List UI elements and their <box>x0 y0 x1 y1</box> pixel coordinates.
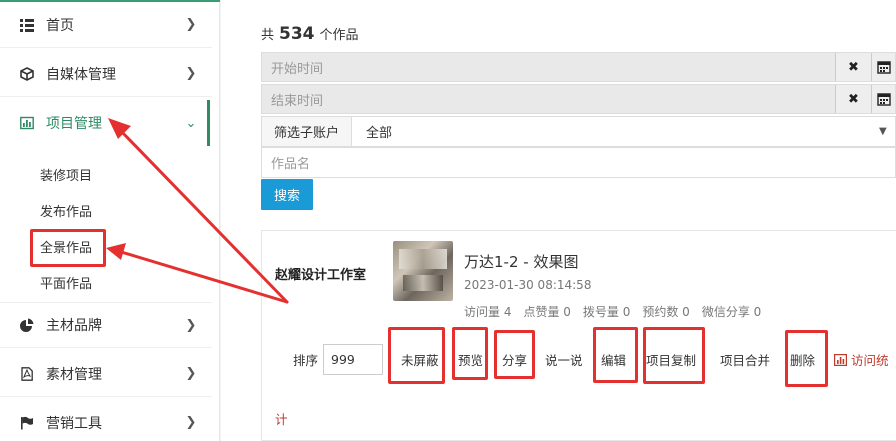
sub-item-published-works[interactable]: 发布作品 <box>40 201 92 220</box>
sidebar-item-label: 项目管理 <box>46 116 102 132</box>
start-time-field: 开始时间 ✖ <box>261 52 896 82</box>
chevron-right-icon: ❯ <box>185 415 197 430</box>
sidebar-item-label: 营销工具 <box>46 415 102 432</box>
close-icon: ✖ <box>848 59 859 75</box>
sidebar-item-marketing[interactable]: 营销工具 ❯ <box>0 400 212 441</box>
work-thumbnail[interactable] <box>393 241 453 301</box>
stat-likes: 点赞量 0 <box>523 305 571 319</box>
merge-project-button[interactable]: 项目合并 <box>720 350 770 369</box>
close-icon: ✖ <box>848 91 859 107</box>
sidebar-item-label: 素材管理 <box>46 366 102 383</box>
sidebar-item-projects[interactable]: 项目管理 ⌄ <box>0 100 212 146</box>
calendar-icon <box>876 93 891 106</box>
work-card: 赵耀设计工作室 万达1-2 - 效果图 2023-01-30 08:14:58 … <box>261 230 896 441</box>
sidebar: 首页 ❯ 自媒体管理 ❯ 项目管理 ⌄ 装修项目 发布作品 全景作品 平面作品 <box>0 0 220 441</box>
say-button[interactable]: 说一说 <box>545 350 583 369</box>
sidebar-item-brands[interactable]: 主材品牌 ❯ <box>0 302 212 348</box>
edit-highlight-box <box>593 327 638 383</box>
main-content: 共 534 个作品 开始时间 ✖ 结束时间 ✖ 筛选子账户 全部 ▼ 作品名 搜… <box>221 0 896 441</box>
delete-highlight-box <box>785 330 828 387</box>
end-time-input[interactable]: 结束时间 <box>262 90 835 109</box>
sidebar-item-media[interactable]: 自媒体管理 ❯ <box>0 51 212 97</box>
stat-appointments: 预约数 0 <box>642 305 690 319</box>
pie-chart-icon <box>20 318 34 332</box>
count-number: 534 <box>279 24 315 44</box>
dropdown-caret-icon: ▼ <box>879 126 887 137</box>
sidebar-item-label: 自媒体管理 <box>46 66 116 83</box>
bar-chart-icon <box>20 116 34 130</box>
work-title[interactable]: 万达1-2 - 效果图 <box>464 251 578 272</box>
preview-highlight-box <box>452 327 488 380</box>
sidebar-item-home[interactable]: 首页 ❯ <box>0 2 212 48</box>
visit-stats-link[interactable]: 访问统 <box>834 350 889 369</box>
grid-icon <box>20 18 34 32</box>
panorama-highlight-box <box>30 229 106 267</box>
sidebar-item-label: 首页 <box>46 17 74 34</box>
chevron-right-icon: ❯ <box>185 366 197 381</box>
pdf-file-icon <box>20 366 34 381</box>
flag-icon <box>20 416 34 430</box>
end-time-field: 结束时间 ✖ <box>261 84 896 114</box>
stat-calls: 拨号量 0 <box>582 305 631 319</box>
chevron-down-icon: ⌄ <box>185 115 197 131</box>
visit-stats-wrap[interactable]: 计 <box>275 409 288 428</box>
sort-label: 排序 <box>293 353 319 368</box>
stat-visits: 访问量 4 <box>464 305 512 319</box>
calendar-icon <box>876 61 891 74</box>
share-highlight-box <box>494 330 535 379</box>
end-calendar-button[interactable] <box>871 85 895 113</box>
sidebar-item-materials[interactable]: 素材管理 ❯ <box>0 351 212 397</box>
start-time-input[interactable]: 开始时间 <box>262 58 835 77</box>
account-filter: 筛选子账户 全部 ▼ <box>261 116 896 147</box>
app-root: 首页 ❯ 自媒体管理 ❯ 项目管理 ⌄ 装修项目 发布作品 全景作品 平面作品 <box>0 0 896 441</box>
sort-input[interactable]: 999 <box>323 344 383 375</box>
sub-item-flat-works[interactable]: 平面作品 <box>40 273 92 292</box>
visit-stats-label: 访问统 <box>851 353 889 368</box>
active-indicator <box>207 100 210 146</box>
work-name-input[interactable]: 作品名 <box>261 147 896 178</box>
search-button[interactable]: 搜索 <box>261 179 313 210</box>
work-stats: 访问量 4 点赞量 0 拨号量 0 预约数 0 微信分享 0 <box>464 303 761 320</box>
studio-name: 赵耀设计工作室 <box>275 268 367 283</box>
unblock-highlight-box <box>388 327 445 384</box>
chevron-right-icon: ❯ <box>185 66 197 81</box>
chevron-right-icon: ❯ <box>185 317 197 333</box>
sub-item-decoration-projects[interactable]: 装修项目 <box>40 165 92 184</box>
cube-icon <box>20 66 34 81</box>
works-count: 共 534 个作品 <box>261 24 359 44</box>
start-calendar-button[interactable] <box>871 53 895 81</box>
clear-end-button[interactable]: ✖ <box>835 85 871 113</box>
stat-wechat-shares: 微信分享 0 <box>701 305 762 319</box>
chevron-right-icon: ❯ <box>185 17 197 32</box>
copy-highlight-box <box>643 327 705 384</box>
account-filter-label: 筛选子账户 <box>262 117 352 146</box>
work-actions: 排序 999 未屏蔽 预览 分享 说一说 编辑 项目复制 项目合并 删除 访问统 <box>262 327 896 387</box>
clear-start-button[interactable]: ✖ <box>835 53 871 81</box>
sidebar-item-label: 主材品牌 <box>46 318 102 334</box>
account-select[interactable]: 全部 <box>352 122 879 141</box>
count-prefix: 共 <box>261 28 275 43</box>
count-suffix: 个作品 <box>319 28 359 43</box>
work-timestamp: 2023-01-30 08:14:58 <box>464 278 592 292</box>
bar-chart-icon <box>834 353 847 366</box>
